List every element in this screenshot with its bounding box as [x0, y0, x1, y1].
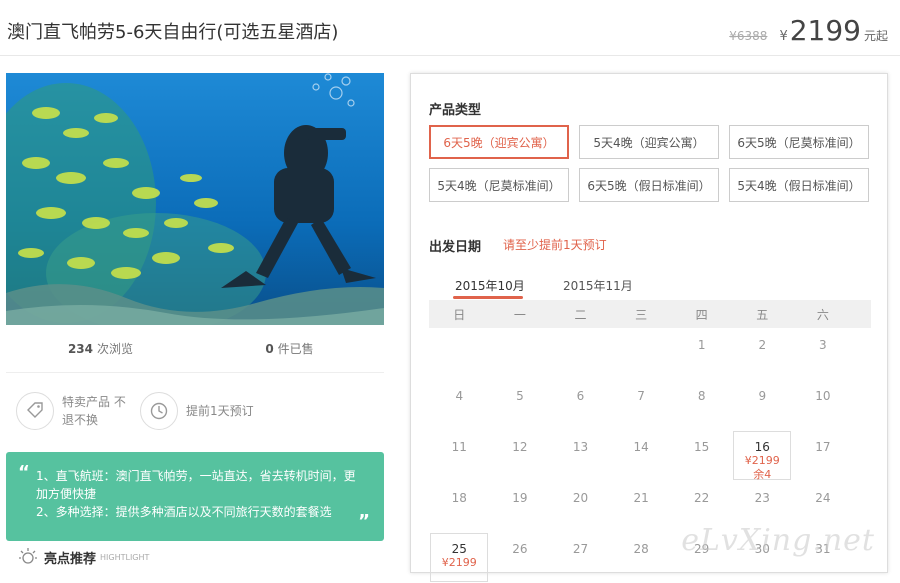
weekday-label: 二 [574, 307, 587, 322]
calendar-week-row: 1 2 3 [429, 328, 871, 379]
day-price: ¥2199 [441, 556, 477, 569]
booking-notice: 请至少提前1天预订 [503, 238, 607, 252]
sold-stat: 0 件已售 [195, 340, 384, 357]
clock-icon [140, 392, 178, 430]
watermark: eLvXing.net [681, 523, 875, 558]
product-type-option[interactable]: 6天5晚（迎宾公寓） [429, 125, 569, 159]
product-type-options: 6天5晚（迎宾公寓） 5天4晚（迎宾公寓） 6天5晚（尼莫标准间） 5天4晚（尼… [429, 125, 869, 202]
feature-special-sale: 特卖产品 不退不换 [16, 392, 140, 430]
calendar-day: 17 [815, 440, 831, 454]
views-count: 234 [67, 342, 94, 356]
tag-icon [16, 392, 54, 430]
calendar-day: 19 [512, 491, 528, 505]
quote-line-2: 2、多种选择：提供多种酒店以及不同旅行天数的套餐选 [36, 505, 332, 519]
highlights-quote: “ 1、直飞航班：澳门直飞帕劳，一站直达，省去转机时间，更加方便快捷 2、多种选… [6, 452, 384, 541]
calendar-week-row: 4 5 6 7 8 9 10 [429, 379, 871, 430]
product-type-option[interactable]: 6天5晚（尼莫标准间） [729, 125, 869, 159]
price-suffix: 元起 [863, 29, 888, 43]
quote-line-1: 1、直飞航班：澳门直飞帕劳，一站直达，省去转机时间，更加方便快捷 [36, 469, 356, 501]
calendar-day: 3 [819, 338, 827, 352]
calendar-day: 12 [512, 440, 528, 454]
departure-date-label: 出发日期 [429, 240, 482, 255]
calendar-day: 4 [455, 389, 464, 403]
calendar-day: 11 [451, 440, 467, 454]
calendar-day: 7 [637, 389, 645, 403]
day-price: ¥2199 [744, 454, 780, 467]
weekday-label: 五 [756, 307, 769, 322]
calendar-day: 5 [516, 389, 524, 403]
page-title: 澳门直飞帕劳5-6天自由行(可选五星酒店) [7, 22, 339, 43]
calendar-day: 27 [572, 542, 589, 556]
weekday-label: 一 [513, 307, 526, 322]
calendar-day: 13 [572, 440, 589, 454]
feature-text: 提前1天预订 [186, 404, 254, 418]
active-month-indicator [453, 296, 523, 299]
highlight-subtitle: HIGHTLIGHT [100, 552, 150, 562]
calendar-day: 15 [694, 440, 710, 454]
feature-text: 特卖产品 不退不换 [62, 395, 126, 427]
tab-month-oct[interactable]: 2015年10月 [455, 277, 525, 294]
product-type-option[interactable]: 6天5晚（假日标准间） [579, 168, 719, 202]
calendar-empty-cell [611, 328, 672, 379]
product-type-label: 产品类型 [429, 103, 482, 118]
weekday-label: 四 [695, 307, 708, 322]
calendar-day: 26 [512, 542, 528, 556]
day-number: 25 [451, 542, 467, 556]
sold-count: 0 [265, 342, 274, 356]
calendar-day: 9 [758, 389, 767, 403]
quote-open-icon: “ [18, 462, 30, 483]
quote-close-icon: ” [358, 511, 370, 532]
left-panel: 234 次浏览 0 件已售 特卖产品 不退不换 提前1天预订 “ 1、直飞航班：澳门… [6, 73, 384, 541]
calendar-empty-cell [550, 328, 611, 379]
tab-month-nov[interactable]: 2015年11月 [563, 277, 633, 294]
month-tabs: 2015年10月 2015年11月 [429, 272, 871, 300]
product-type-option[interactable]: 5天4晚（迎宾公寓） [579, 125, 719, 159]
calendar-day: 21 [633, 491, 649, 505]
diver-photo-illustration [6, 73, 384, 325]
weekday-label: 三 [635, 307, 648, 322]
feature-advance-booking: 提前1天预订 [140, 392, 264, 430]
highlight-heading: 亮点推荐 HIGHTLIGHT [18, 546, 149, 568]
sold-label: 件已售 [277, 342, 314, 356]
views-stat: 234 次浏览 [6, 340, 195, 357]
sun-icon [18, 546, 38, 568]
views-label: 次浏览 [97, 342, 134, 356]
calendar-day[interactable]: 16 ¥2199 余4 [732, 430, 793, 481]
weekday-label: 日 [453, 307, 466, 322]
features-row: 特卖产品 不退不换 提前1天预订 [6, 373, 384, 449]
current-price: 2199 [789, 14, 861, 47]
product-photo [6, 73, 384, 325]
original-price: ¥6388 [729, 29, 768, 43]
calendar-day: 18 [451, 491, 467, 505]
calendar-day: 20 [572, 491, 589, 505]
page-header: 澳门直飞帕劳5-6天自由行(可选五星酒店) ¥6388 ¥ 2199 元起 [0, 0, 900, 56]
calendar-day[interactable]: 25 ¥2199 [429, 532, 490, 583]
day-stock: 余4 [753, 468, 772, 481]
calendar-day: 14 [633, 440, 649, 454]
calendar-day: 8 [697, 389, 706, 403]
weekday-label: 六 [816, 307, 829, 322]
calendar-empty-cell [429, 328, 490, 379]
calendar-day: 1 [697, 338, 706, 352]
calendar-empty-cell [490, 328, 551, 379]
calendar-day: 2 [758, 338, 767, 352]
calendar-day: 6 [576, 389, 585, 403]
day-number: 16 [754, 440, 770, 454]
calendar-day: 28 [633, 542, 649, 556]
calendar-day: 10 [815, 389, 831, 403]
currency-symbol: ¥ [779, 29, 788, 44]
booking-panel: 产品类型 6天5晚（迎宾公寓） 5天4晚（迎宾公寓） 6天5晚（尼莫标准间） 5… [410, 73, 888, 582]
calendar-weekday-header: 日 一 二 三 四 五 六 [429, 300, 871, 328]
calendar-week-row: 11 12 13 14 15 16 ¥2199 余4 17 [429, 430, 871, 481]
product-type-option[interactable]: 5天4晚（假日标准间） [729, 168, 869, 202]
product-type-option[interactable]: 5天4晚（尼莫标准间） [429, 168, 569, 202]
stats-bar: 234 次浏览 0 件已售 [6, 325, 384, 373]
price-block: ¥6388 ¥ 2199 元起 [729, 14, 888, 47]
